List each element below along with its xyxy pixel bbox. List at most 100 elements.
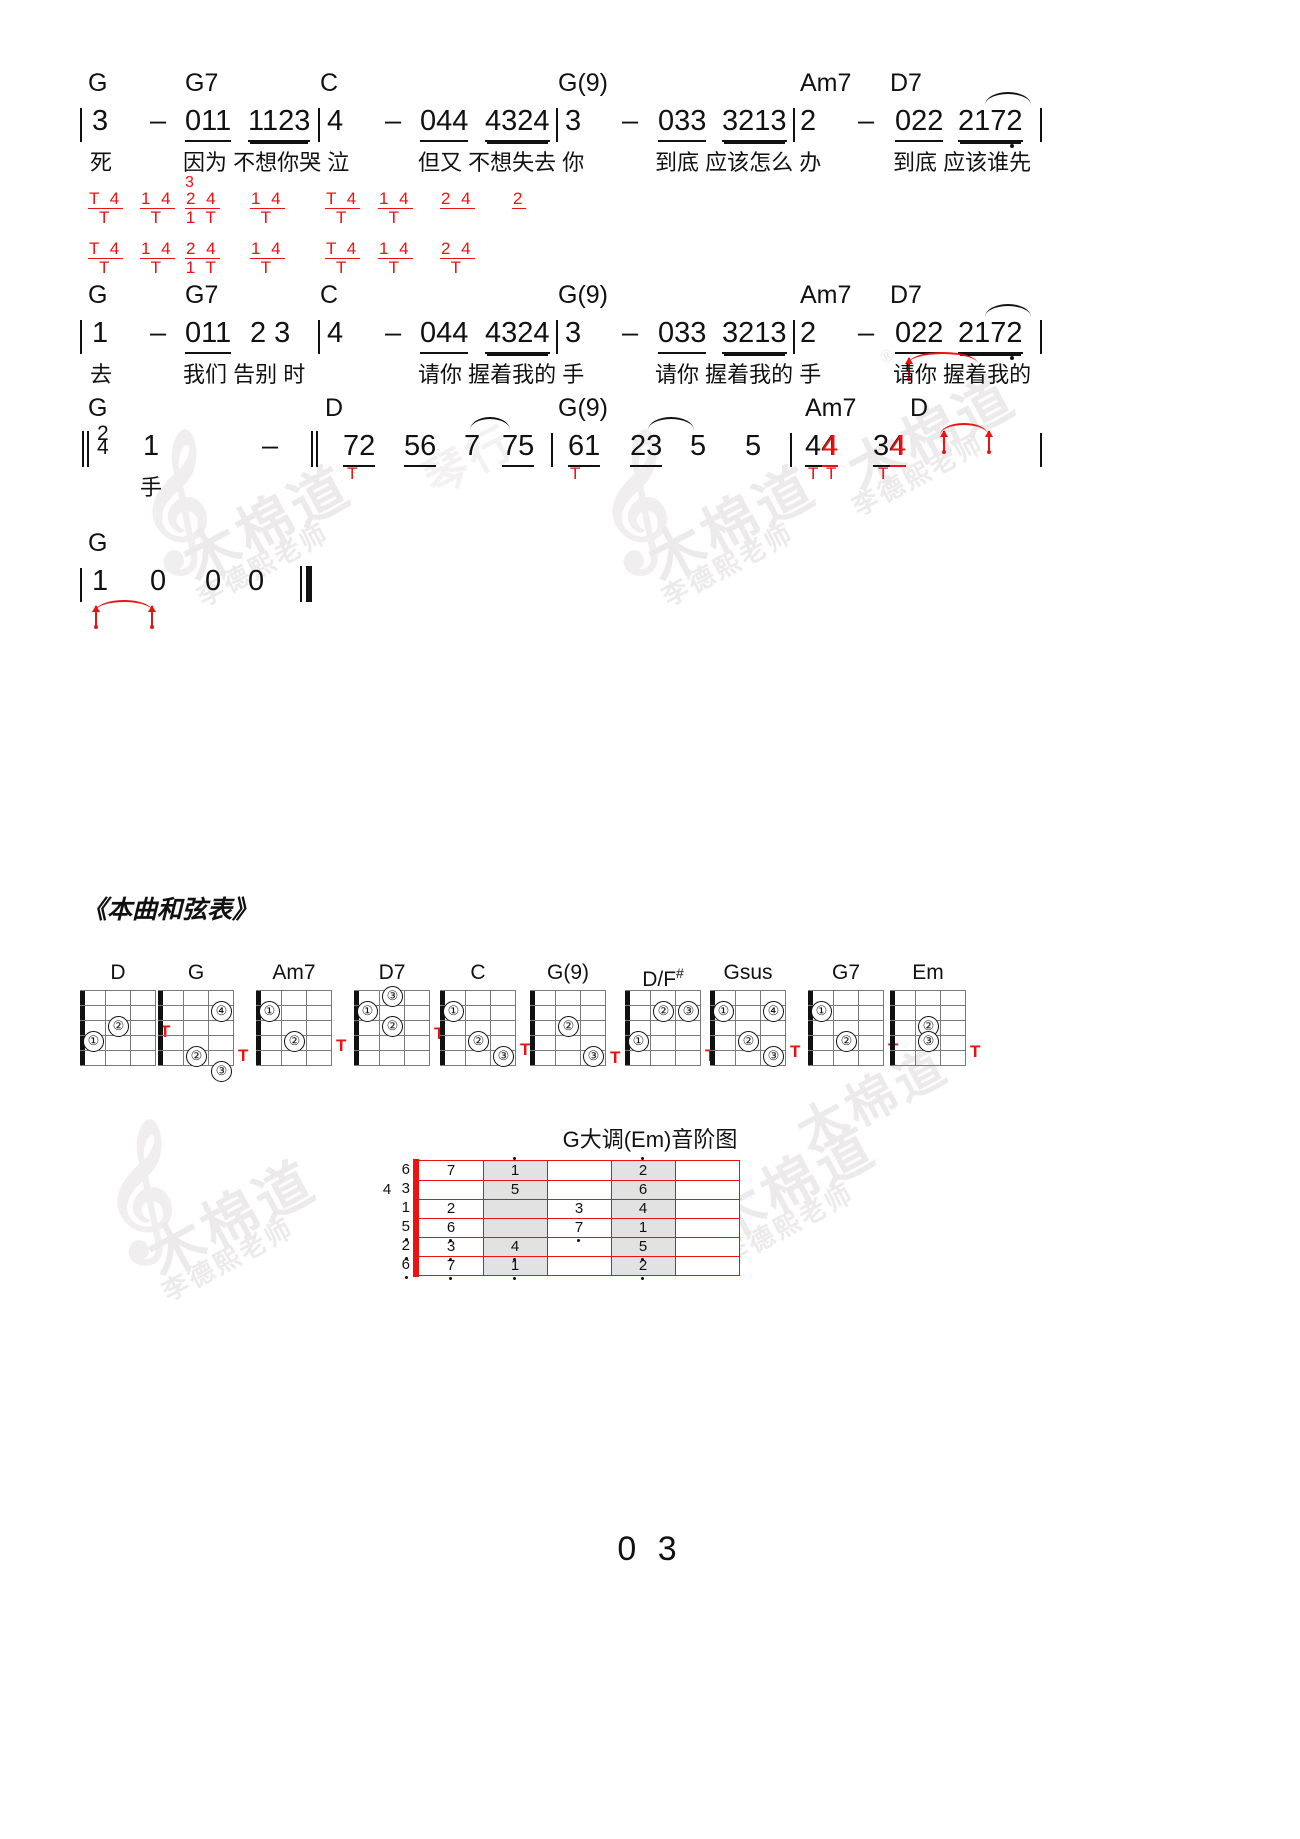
barline [318, 320, 320, 354]
note-group: 2 3 [250, 317, 291, 349]
fingering-row-2: T 4T 1 4T 2 41 T 1 4T T 4T 1 4T 2 4T [0, 238, 1300, 282]
note-group: – [385, 317, 402, 349]
note-group: 1 [143, 430, 160, 462]
scale-note: 1 [506, 1258, 524, 1280]
note-group: 011 [185, 316, 232, 354]
finger-dot: ④ [211, 1001, 232, 1022]
note-group: 75 [502, 429, 535, 467]
finger-dot: ① [83, 1031, 104, 1052]
barline [790, 433, 792, 467]
string-label: 2 [392, 1238, 410, 1260]
scale-note: 5 [510, 1181, 520, 1198]
note-group: 2172 [958, 104, 1023, 142]
fingering-annotation: 1 4T [378, 239, 413, 277]
chord-diagram-d7: D7③①②T [354, 962, 444, 1067]
note-group: – [622, 105, 639, 137]
page-number: 0 3 [617, 1530, 683, 1568]
note-group: 3213 [722, 104, 787, 142]
barline [793, 108, 795, 142]
scale-note: 4 [382, 1181, 392, 1198]
finger-dot: ③ [678, 1001, 699, 1022]
note-group: 022 [895, 316, 944, 354]
barline [80, 320, 82, 354]
chord-row-2: G G7 C G(9) Am7 D7 [0, 282, 1300, 316]
string-label: 6 [392, 1257, 410, 1279]
chord-grid: ① ④②③ [710, 990, 787, 1067]
chord-diagram-name: Gsus [723, 961, 773, 984]
chord-diagram-name: Am7 [272, 961, 316, 984]
music-system-4: G 1000 [0, 530, 1300, 629]
scale-note: 2 [446, 1200, 456, 1217]
chord-diagram-d: D②①T [80, 962, 170, 1067]
finger-dot: ① [357, 1001, 378, 1022]
note-group: 23 [630, 429, 663, 467]
note-group: 61 [568, 429, 601, 467]
note-group: 3213 [722, 316, 787, 354]
fingering-annotation: 2 4 [440, 189, 475, 209]
chord-label: G(9) [558, 69, 608, 97]
octave-dot [1010, 356, 1014, 360]
red-note: 4 [890, 429, 907, 467]
finger-dot: ② [186, 1046, 207, 1067]
note-group: 2 [800, 105, 817, 137]
barline [793, 320, 795, 354]
chord-table-title: 《本曲和弦表》 [82, 896, 258, 924]
chord-label: G(9) [558, 281, 608, 309]
finger-dot: ③ [211, 1061, 232, 1082]
fingering-annotation: 1 4T [250, 189, 285, 227]
chord-label: D [910, 394, 929, 422]
watermark-brand-6: 木棉道 [138, 1150, 327, 1290]
chord-diagram-c: C①②③T [440, 962, 530, 1067]
note-group: – [622, 317, 639, 349]
note-group: 4324 [485, 316, 550, 354]
scale-note: 4 [638, 1200, 648, 1217]
barline [556, 108, 558, 142]
chord-label: G7 [185, 281, 219, 309]
chord-label: C [320, 281, 339, 309]
fingering-annotation: 1 4T [140, 189, 175, 227]
note-row-4: 1000 [0, 564, 1300, 629]
chord-grid: ②③ [890, 990, 967, 1067]
chord-diagram-name: G(9) [547, 961, 589, 984]
note-group: – [385, 105, 402, 137]
lyric-text: 但又 不想失去 你 [418, 150, 585, 175]
finger-dot: ② [558, 1016, 579, 1037]
note-group: – [262, 430, 279, 462]
lyric-text: 因为 不想你哭 泣 [183, 150, 350, 175]
note-group: – [858, 317, 875, 349]
chord-row-4: G [0, 530, 1300, 564]
chord-diagram-df: D/F#②③①T [625, 965, 715, 1067]
chord-grid: ②③ ① [625, 990, 702, 1067]
finger-dot: ① [713, 1001, 734, 1022]
chord-label: G [88, 281, 108, 309]
barline [80, 108, 82, 142]
chord-diagram-name: G [187, 961, 205, 984]
chord-diagram-gsus: Gsus ① ④ ② ③ T [710, 962, 800, 1067]
lyric-text: 我们 告别 时 [183, 362, 306, 387]
note-group: 4324 [485, 104, 550, 142]
note-group: 044 [420, 104, 469, 142]
chord-diagram-g9: G(9) ② ③ T [530, 962, 620, 1067]
lyric-text: 到底 应该谁先 [893, 150, 1032, 175]
chord-grid: ①②③ [440, 990, 517, 1067]
finger-dot: ③ [918, 1031, 939, 1052]
music-system-3: G D G(9) Am7 D 2 4 1–72 56 7 75 61 23 5 5 44 34 T T T T T 4 4 … [0, 395, 1300, 513]
note-group: 56 [404, 429, 437, 467]
note-group: 011 [185, 104, 232, 142]
note-group: 033 [658, 316, 707, 354]
scale-note: 1 [638, 1219, 648, 1236]
note-group: 0 [248, 565, 265, 597]
note-group: 0 [205, 565, 222, 597]
barline [1040, 433, 1042, 467]
finger-dot: ① [259, 1001, 280, 1022]
chord-label: C [320, 69, 339, 97]
scale-note: 7 [446, 1162, 456, 1179]
note-group: 72 [343, 429, 376, 467]
chord-label: D7 [890, 69, 922, 97]
watermark-sub-4: 李德熙老师 [157, 1213, 300, 1308]
scale-note: 2 [634, 1157, 652, 1178]
note-group: 3 [565, 105, 582, 137]
note-group: 4 [327, 317, 344, 349]
fingering-annotation: 2 [512, 189, 527, 209]
fingering-annotation: T 4T [88, 189, 124, 227]
